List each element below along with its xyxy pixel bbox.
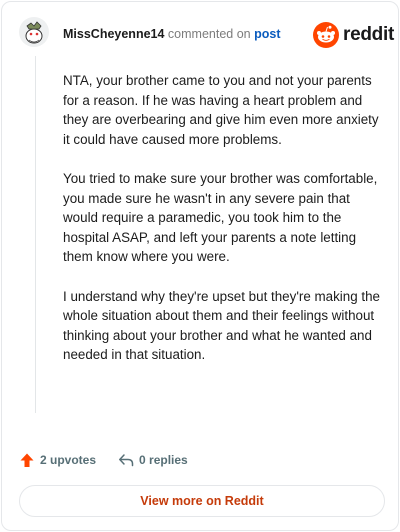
reddit-logo[interactable]: reddit: [313, 22, 394, 48]
post-link[interactable]: post: [254, 27, 280, 41]
thread-line: [35, 56, 36, 413]
upvote-arrow-icon: [20, 453, 34, 467]
commented-on-text: commented on: [167, 27, 251, 41]
comment-paragraph: NTA, your brother came to you and not yo…: [63, 73, 379, 147]
username[interactable]: MissCheyenne14: [63, 27, 164, 41]
reply-arrow-icon: [119, 454, 134, 467]
user-avatar[interactable]: [19, 17, 49, 47]
reply-button[interactable]: 0 replies: [118, 452, 188, 468]
view-more-button[interactable]: View more on Reddit: [19, 485, 385, 517]
upvote-button[interactable]: 2 upvotes: [19, 452, 96, 468]
reddit-snoo-icon: [313, 22, 339, 48]
comment-paragraph: You tried to make sure your brother was …: [63, 171, 378, 264]
upvote-count: 2 upvotes: [40, 453, 97, 467]
comment-body: NTA, your brother came to you and not yo…: [63, 71, 383, 385]
reply-count: 0 replies: [139, 453, 188, 467]
comment-card: MissCheyenne14 commented on post reddit …: [1, 1, 399, 531]
comment-paragraph: I understand why they're upset but they'…: [63, 288, 381, 363]
snoo-avatar-icon: [19, 17, 49, 47]
reddit-wordmark: reddit: [343, 24, 394, 45]
comment-header: MissCheyenne14 commented on post: [63, 27, 280, 41]
comment-actions: 2 upvotes 0 replies: [19, 452, 210, 468]
